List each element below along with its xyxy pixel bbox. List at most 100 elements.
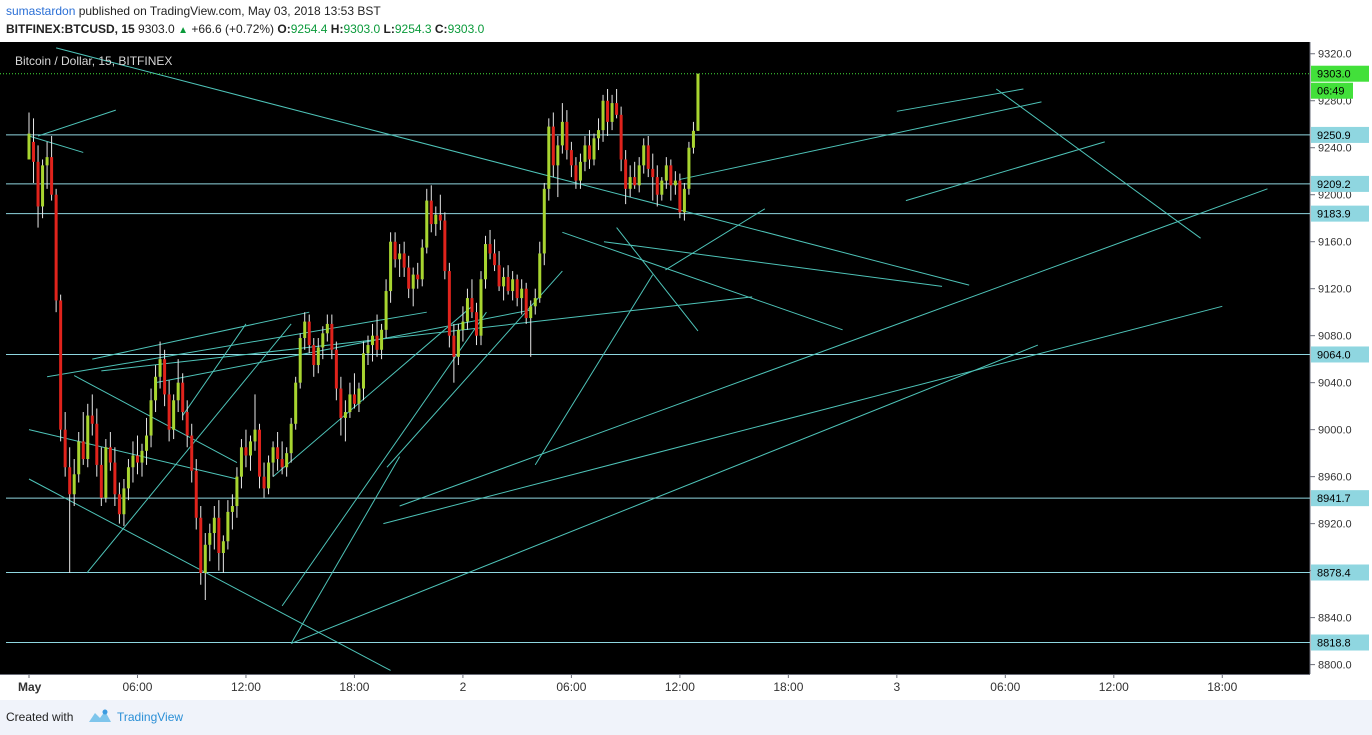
- candle-body: [334, 349, 338, 389]
- countdown-label: 06:49: [1317, 86, 1345, 98]
- candle-body: [230, 506, 234, 512]
- candle-body: [262, 476, 266, 489]
- ohlc-legend: BITFINEX:BTCUSD, 15 9303.0 ▲ +66.6 (+0.7…: [6, 22, 484, 36]
- candle-body: [90, 415, 94, 424]
- candle-body: [601, 100, 605, 131]
- chart-title: Bitcoin / Dollar, 15, BITFINEX: [15, 54, 172, 68]
- candle-body: [615, 103, 619, 115]
- candle-body: [307, 321, 311, 346]
- candle-body: [339, 388, 343, 418]
- candle-body: [135, 455, 139, 463]
- candle-body: [506, 276, 510, 292]
- price-tick-label: 9000.0: [1318, 425, 1352, 437]
- candle-body: [59, 300, 63, 430]
- candle-body: [547, 126, 551, 189]
- candle-body: [244, 447, 248, 456]
- candle-body: [619, 114, 623, 160]
- candle-body: [434, 214, 438, 225]
- created-with-text: Created with: [6, 710, 74, 724]
- candle-body: [664, 165, 668, 181]
- price-tick-label: 8800.0: [1318, 660, 1352, 672]
- tradingview-link[interactable]: TradingView: [117, 710, 183, 724]
- price-tick-label: 9320.0: [1318, 49, 1352, 61]
- candle-body: [357, 388, 361, 404]
- level-price-label: 8818.8: [1317, 638, 1351, 650]
- candle-body: [289, 423, 293, 454]
- candle-body: [50, 157, 54, 195]
- time-tick-label: 12:00: [1099, 680, 1129, 694]
- price-tick-label: 9040.0: [1318, 378, 1352, 390]
- candle-body: [438, 214, 442, 221]
- open-value: 9254.4: [290, 22, 328, 36]
- candle-body: [36, 161, 40, 207]
- candle-body: [628, 177, 632, 189]
- candle-body: [108, 447, 112, 463]
- candle-body: [239, 447, 243, 477]
- candle-body: [556, 145, 560, 166]
- author-link[interactable]: sumastardon: [6, 4, 75, 18]
- candle-body: [145, 435, 149, 451]
- tradingview-logo-icon[interactable]: [88, 709, 112, 723]
- candle-body: [149, 400, 153, 436]
- candle-body: [190, 435, 194, 471]
- candle-body: [515, 279, 519, 299]
- candle-body: [696, 73, 700, 131]
- candle-body: [235, 476, 239, 507]
- candle-body: [371, 335, 375, 346]
- candle-body: [637, 165, 641, 186]
- candle-body: [407, 267, 411, 289]
- candle-body: [592, 138, 596, 160]
- candle-body: [185, 412, 189, 436]
- candlestick-chart[interactable]: 8800.08840.08880.08920.08960.09000.09040…: [0, 42, 1372, 700]
- candle-body: [493, 253, 497, 266]
- candle-body: [176, 382, 180, 401]
- candle-body: [321, 333, 325, 348]
- candle-body: [646, 145, 650, 169]
- candle-body: [389, 241, 393, 292]
- candle-body: [86, 415, 90, 460]
- footer: Created with TradingView: [0, 700, 1372, 735]
- candle-body: [72, 474, 76, 495]
- candle-body: [117, 494, 121, 515]
- symbol-label: BITFINEX:BTCUSD, 15: [6, 22, 135, 36]
- candle-body: [163, 359, 167, 395]
- level-price-label: 9183.9: [1317, 209, 1351, 221]
- candle-body: [610, 103, 614, 122]
- close-label: C:: [434, 22, 448, 36]
- chart-area[interactable]: 8800.08840.08880.08920.08960.09000.09040…: [0, 42, 1372, 700]
- candle-body: [551, 126, 555, 166]
- time-tick-label: 2: [460, 680, 467, 694]
- price-tick-label: 9080.0: [1318, 331, 1352, 343]
- candle-body: [140, 450, 144, 463]
- candle-body: [425, 200, 429, 248]
- candle-body: [443, 220, 447, 272]
- candle-body: [452, 335, 456, 357]
- candle-body: [583, 145, 587, 162]
- candle-body: [203, 544, 207, 573]
- time-tick-label: 06:00: [122, 680, 152, 694]
- candle-body: [271, 447, 275, 463]
- low-label: L:: [383, 22, 395, 36]
- close-value: 9303.0: [447, 22, 485, 36]
- time-tick-label: May: [18, 680, 42, 694]
- candle-body: [104, 447, 108, 498]
- candle-body: [221, 541, 225, 554]
- candle-body: [303, 321, 307, 339]
- candle-body: [524, 288, 528, 319]
- time-tick-label: 3: [893, 680, 900, 694]
- candle-body: [380, 329, 384, 350]
- candle-body: [294, 382, 298, 424]
- candle-body: [312, 345, 316, 366]
- candle-body: [95, 423, 99, 465]
- candle-body: [158, 359, 162, 377]
- candle-body: [99, 464, 103, 498]
- candle-body: [194, 470, 198, 518]
- candle-body: [258, 429, 262, 477]
- candle-body: [569, 150, 573, 166]
- candle-body: [325, 323, 329, 334]
- chart-background: [0, 42, 1372, 700]
- level-price-label: 9250.9: [1317, 130, 1351, 142]
- candle-body: [687, 147, 691, 189]
- candle-body: [465, 298, 469, 322]
- level-price-label: 8941.7: [1317, 493, 1351, 505]
